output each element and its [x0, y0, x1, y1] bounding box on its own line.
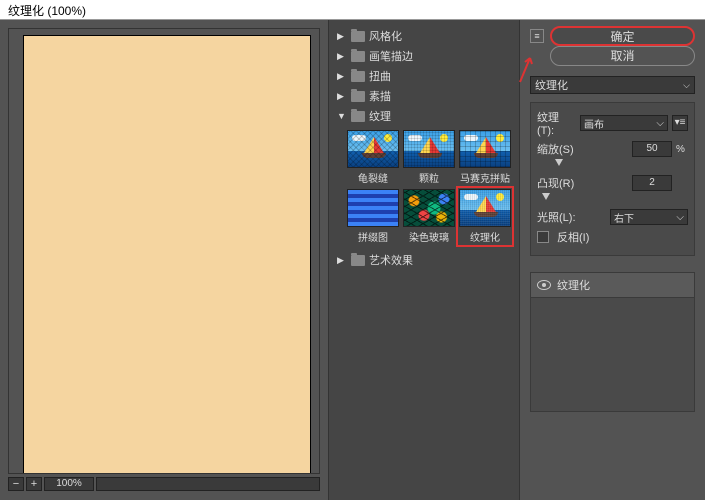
zoom-in-button[interactable]: +	[26, 477, 42, 491]
thumb-mosaic-tiles[interactable]: 马赛克拼贴	[459, 130, 511, 185]
visibility-icon[interactable]	[537, 280, 551, 290]
texture-menu-button[interactable]: ▾≡	[672, 115, 688, 131]
invert-checkbox[interactable]	[537, 231, 549, 243]
category-label: 艺术效果	[369, 252, 413, 268]
category-artistic[interactable]: ▶艺术效果	[333, 250, 515, 270]
filter-gallery: ▶风格化 ▶画笔描边 ▶扭曲 ▶素描 ▼纹理 龟裂缝 颗粒 马赛克拼贴 拼缀图	[328, 20, 520, 500]
category-label: 画笔描边	[369, 48, 413, 64]
invert-label: 反相(I)	[557, 229, 589, 245]
folder-icon	[351, 91, 365, 102]
relief-input[interactable]: 2	[632, 175, 672, 191]
controls-panel: ≡ 确定 取消 纹理化 ⌵ 纹理(T): 画布 ⌵ ▾≡	[520, 20, 705, 500]
preview-panel: − + 100%	[0, 20, 328, 500]
zoom-level[interactable]: 100%	[44, 477, 94, 491]
preview-canvas	[23, 35, 311, 474]
window-title: 纹理化 (100%)	[0, 0, 705, 20]
preview-viewport[interactable]	[8, 28, 320, 474]
category-distort[interactable]: ▶扭曲	[333, 66, 515, 86]
category-label: 纹理	[369, 108, 391, 124]
thumb-stained-glass[interactable]: 染色玻璃	[403, 189, 455, 244]
scale-input[interactable]: 50	[632, 141, 672, 157]
thumb-label: 纹理化	[459, 229, 511, 244]
chevron-down-icon: ⌵	[676, 212, 684, 223]
category-texture[interactable]: ▼纹理	[333, 106, 515, 126]
texture-thumbs: 龟裂缝 颗粒 马赛克拼贴 拼缀图 染色玻璃 纹理化	[333, 126, 515, 250]
category-stylize[interactable]: ▶风格化	[333, 26, 515, 46]
category-label: 扭曲	[369, 68, 391, 84]
thumb-craquelure[interactable]: 龟裂缝	[347, 130, 399, 185]
layer-name: 纹理化	[557, 277, 590, 293]
folder-icon	[351, 111, 365, 122]
category-brush-strokes[interactable]: ▶画笔描边	[333, 46, 515, 66]
preview-h-scrollbar[interactable]	[96, 477, 320, 491]
thumb-patchwork[interactable]: 拼缀图	[347, 189, 399, 244]
light-select[interactable]: 右下 ⌵	[610, 209, 688, 225]
folder-icon	[351, 51, 365, 62]
effect-layers: 纹理化	[530, 272, 695, 412]
chevron-down-icon: ⌵	[683, 80, 690, 91]
thumb-label: 颗粒	[403, 170, 455, 185]
folder-icon	[351, 31, 365, 42]
texture-value: 画布	[584, 116, 604, 131]
scale-slider[interactable]	[537, 159, 688, 169]
filter-select[interactable]: 纹理化 ⌵	[530, 76, 695, 94]
thumb-texturizer[interactable]: 纹理化	[459, 189, 511, 244]
texture-select[interactable]: 画布 ⌵	[580, 115, 668, 131]
thumb-label: 拼缀图	[347, 229, 399, 244]
cancel-button[interactable]: 取消	[550, 46, 695, 66]
layer-row[interactable]: 纹理化	[531, 273, 694, 298]
main-area: − + 100% ▶风格化 ▶画笔描边 ▶扭曲 ▶素描 ▼纹理 龟裂缝 颗粒 马…	[0, 20, 705, 500]
thumb-label: 龟裂缝	[347, 170, 399, 185]
folder-icon	[351, 71, 365, 82]
collapse-button[interactable]: ≡	[530, 29, 544, 43]
relief-slider[interactable]	[537, 193, 688, 203]
filter-params: 纹理(T): 画布 ⌵ ▾≡ 缩放(S) 50 % 凸现(R) 2 光照(L):	[530, 102, 695, 256]
thumb-label: 马赛克拼贴	[459, 170, 511, 185]
relief-label: 凸现(R)	[537, 175, 628, 191]
filter-select-value: 纹理化	[535, 77, 568, 93]
category-label: 风格化	[369, 28, 402, 44]
light-label: 光照(L):	[537, 209, 606, 225]
thumb-grain[interactable]: 颗粒	[403, 130, 455, 185]
ok-button[interactable]: 确定	[550, 26, 695, 46]
category-label: 素描	[369, 88, 391, 104]
folder-icon	[351, 255, 365, 266]
chevron-down-icon: ⌵	[656, 118, 664, 129]
zoom-out-button[interactable]: −	[8, 477, 24, 491]
texture-label: 纹理(T):	[537, 109, 576, 137]
thumb-label: 染色玻璃	[403, 229, 455, 244]
scale-unit: %	[676, 144, 688, 155]
light-value: 右下	[614, 210, 634, 225]
category-sketch[interactable]: ▶素描	[333, 86, 515, 106]
scale-label: 缩放(S)	[537, 141, 628, 157]
